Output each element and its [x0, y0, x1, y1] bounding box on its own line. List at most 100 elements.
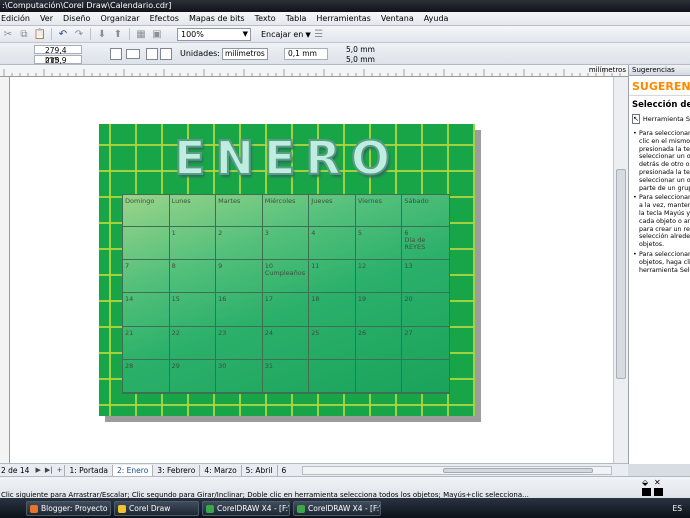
paste-icon[interactable]: 📋 — [33, 27, 47, 41]
language-indicator[interactable]: ES — [673, 504, 683, 513]
menu-item-6[interactable]: Texto — [250, 14, 281, 23]
application-launcher-icon[interactable]: ▦ — [134, 27, 148, 41]
redo-icon[interactable]: ↷ — [72, 27, 86, 41]
page-tab-6[interactable]: 6 — [276, 464, 291, 476]
landscape-button[interactable] — [126, 49, 140, 59]
day-number: 1 — [171, 229, 176, 237]
fill-color-swatch[interactable] — [654, 488, 663, 496]
hint-line: a la vez, mantenga presionada — [639, 202, 690, 210]
day-cell: 1 — [169, 227, 217, 261]
horizontal-scrollbar[interactable] — [302, 465, 613, 475]
menu-item-4[interactable]: Efectos — [145, 14, 184, 23]
day-cell — [355, 359, 403, 393]
day-cell: 26 — [355, 326, 403, 360]
drawing-canvas[interactable]: ENERO Domingo Lunes Martes Miércoles Jueves V… — [10, 77, 613, 463]
snap-label: Encajar en — [261, 29, 304, 39]
taskbar-button[interactable]: Blogger: Proyecto S... — [26, 500, 111, 516]
duplicate-y-field[interactable]: 5,0 mm — [340, 55, 380, 64]
welcome-screen-icon[interactable]: ▣ — [150, 27, 164, 41]
system-tray: ES — [673, 504, 683, 513]
docker-tab-hints[interactable]: Sugerencias — [629, 65, 690, 76]
window-title: :\Computación\Corel Draw\Calendario.cdr] — [2, 1, 172, 10]
day-cell: 13 — [402, 260, 449, 294]
vertical-ruler[interactable] — [0, 77, 10, 463]
ruler-ticks — [3, 69, 621, 76]
duplicate-x-field[interactable]: 5,0 mm — [340, 45, 380, 54]
current-page-button[interactable] — [160, 48, 172, 60]
docker-title: SUGERENCIAS — [629, 76, 690, 96]
day-event: Cumpleaños — [264, 269, 306, 278]
copy-icon[interactable]: ⧉ — [17, 27, 31, 41]
day-cell: 23 — [216, 326, 263, 360]
taskbar-button[interactable]: Corel Draw — [114, 500, 199, 516]
day-cell: 12 — [355, 260, 403, 294]
snap-to-dropdown[interactable]: Encajar en ▼ — [261, 30, 311, 39]
page-tab-5[interactable]: 5: Abril — [240, 464, 277, 476]
page-tab-3[interactable]: 3: Febrero — [152, 464, 199, 476]
nudge-distance-field[interactable]: 0,1 mm — [284, 48, 328, 60]
menu-item-3[interactable]: Organizar — [95, 14, 144, 23]
calendar-page[interactable]: ENERO Domingo Lunes Martes Miércoles Jueves V… — [99, 124, 475, 416]
taskbar-button[interactable]: CorelDRAW X4 - [F:\... — [293, 500, 381, 516]
month-title: ENERO — [173, 130, 400, 186]
menu-item-2[interactable]: Diseño — [58, 14, 95, 23]
day-number: 27 — [404, 328, 413, 337]
no-fill-icon[interactable]: ✕ — [654, 479, 663, 487]
day-cell: 9 — [216, 260, 263, 294]
units-value: milímetros — [225, 49, 265, 58]
vertical-scrollbar[interactable] — [613, 77, 628, 463]
menu-item-1[interactable]: Ver — [35, 14, 58, 23]
scroll-thumb[interactable] — [616, 169, 626, 379]
hint-line: detrás de otro o mantenga — [639, 161, 690, 169]
hint-line: presionada la tecla Ctrl para — [639, 168, 690, 176]
last-page-icon[interactable]: ▶| — [43, 466, 55, 474]
units-select[interactable]: milímetros — [222, 48, 268, 60]
menu-item-9[interactable]: Ventana — [376, 14, 419, 23]
page-width-field[interactable]: 279,4 mm — [34, 45, 82, 64]
day-number: 30 — [218, 361, 227, 370]
hint-line: la tecla Mayús y haga clic en — [639, 209, 690, 217]
day-cell: 16 — [216, 293, 263, 327]
menu-item-7[interactable]: Tabla — [281, 14, 312, 23]
portrait-button[interactable] — [110, 48, 122, 60]
hint-line: Para seleccionar un objeto, haga — [639, 130, 690, 137]
day-cell: 14 — [123, 293, 170, 327]
page-tab-2[interactable]: 2: Enero — [112, 464, 153, 476]
fill-icon[interactable]: ⬙ — [642, 479, 651, 487]
day-cell: 10 Cumpleaños — [262, 260, 310, 294]
page-height-field[interactable]: 215,9 mm — [34, 55, 82, 74]
day-number: 4 — [311, 229, 316, 237]
import-icon[interactable]: ⬇ — [95, 27, 109, 41]
taskbar-button[interactable]: CorelDRAW X4 - [F:\... — [202, 500, 290, 516]
day-event: Día de REYES — [404, 236, 426, 251]
add-page-icon[interactable]: + — [55, 466, 65, 474]
day-number: 22 — [171, 328, 180, 337]
menu-item-5[interactable]: Mapas de bits — [184, 14, 250, 23]
all-pages-button[interactable] — [146, 48, 158, 60]
day-number: 29 — [171, 361, 180, 370]
day-number: 17 — [264, 295, 273, 304]
cut-icon[interactable]: ✂ — [1, 27, 15, 41]
day-number: 20 — [404, 295, 413, 304]
toolbar-separator — [51, 28, 52, 40]
duplicate-distance: 5,0 mm 5,0 mm — [340, 45, 380, 65]
horizontal-ruler[interactable]: milímetros — [0, 65, 628, 77]
page-count: 2 de 14 — [1, 465, 30, 475]
options-icon[interactable]: ☰ — [312, 27, 326, 41]
day-number: 31 — [264, 361, 273, 370]
hint-line: parte de un grupo. — [639, 184, 690, 192]
day-header: Miércoles — [262, 195, 310, 227]
page-tab-1[interactable]: 1: Portada — [64, 464, 112, 476]
menu-item-0[interactable]: Edición — [0, 14, 35, 23]
menu-item-10[interactable]: Ayuda — [419, 14, 454, 23]
next-page-icon[interactable]: ▶ — [33, 466, 42, 474]
zoom-select[interactable]: 100% ▼ — [177, 27, 251, 41]
export-icon[interactable]: ⬆ — [111, 27, 125, 41]
day-number: 11 — [311, 262, 320, 271]
outline-color-swatch[interactable] — [642, 488, 651, 496]
undo-icon[interactable]: ↶ — [56, 27, 70, 41]
page-tab-4[interactable]: 4: Marzo — [199, 464, 240, 476]
calendar-grid: Domingo Lunes Martes Miércoles Jueves Viernes… — [122, 194, 450, 394]
menu-item-8[interactable]: Herramientas — [311, 14, 376, 23]
scroll-thumb[interactable] — [443, 467, 594, 473]
